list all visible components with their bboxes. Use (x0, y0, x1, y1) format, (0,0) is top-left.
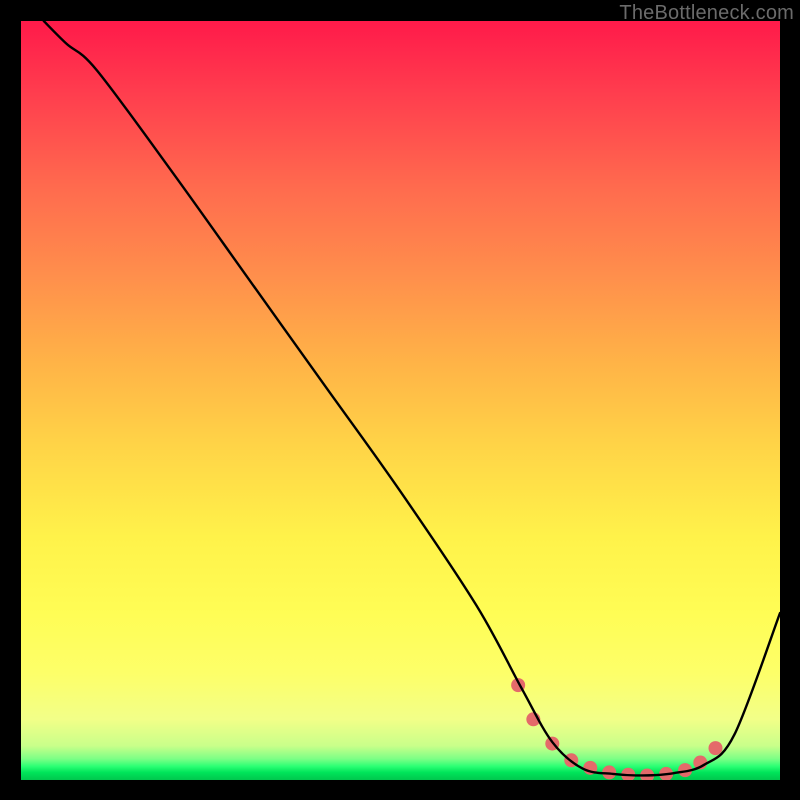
highlight-dot (708, 741, 722, 755)
watermark-text: TheBottleneck.com (619, 2, 794, 25)
bottleneck-chart-svg (21, 21, 780, 780)
bottleneck-curve-path (44, 21, 780, 775)
chart-area (21, 21, 780, 780)
